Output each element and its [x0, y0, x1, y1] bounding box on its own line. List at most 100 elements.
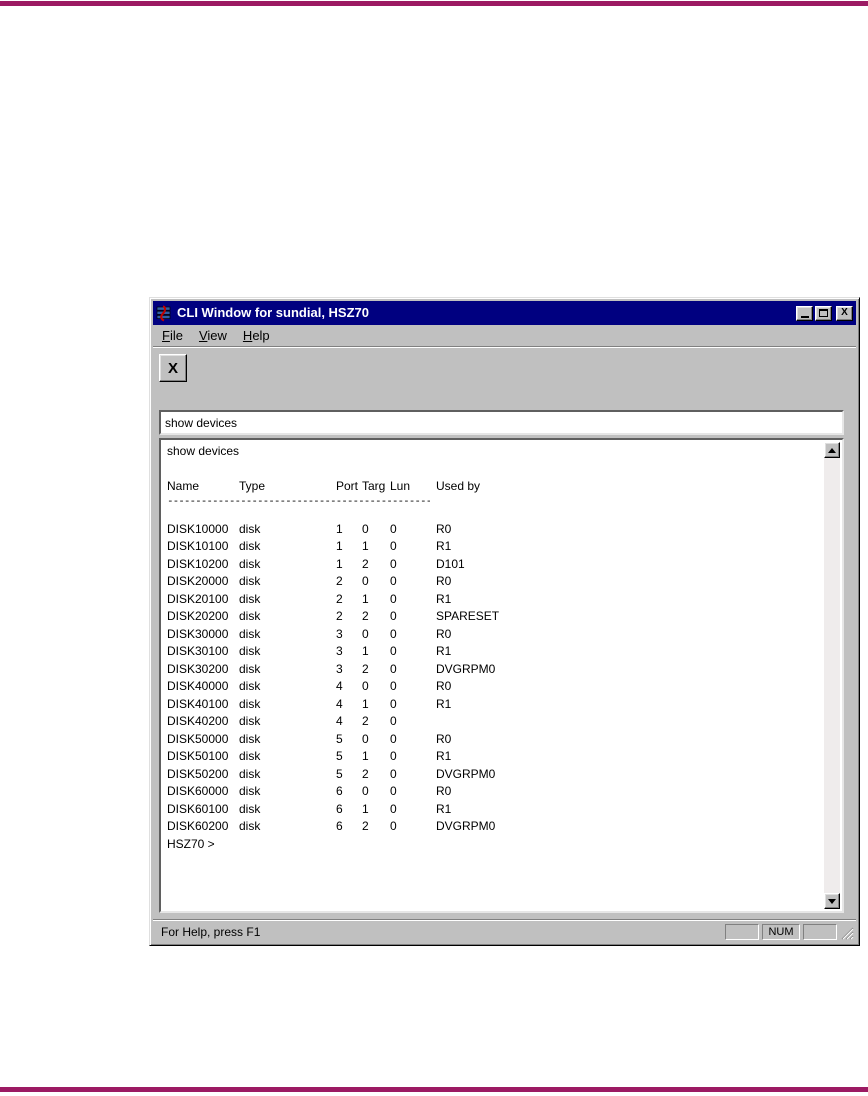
targ-cell: 1 [362, 644, 369, 658]
table-row: DISK40100 disk 4 1 0 R1 [167, 696, 824, 714]
port-cell: 6 [336, 784, 343, 798]
menu-item-file[interactable]: File [154, 326, 191, 345]
terminal-text: show devices Name Type Port Targ Lun Use… [161, 440, 824, 911]
page-bottom-rule [0, 1087, 868, 1092]
port-cell: 1 [336, 539, 343, 553]
lun-cell: 0 [390, 749, 397, 763]
device-name-cell: DISK30200 [167, 661, 229, 676]
used-by-cell: D101 [436, 556, 465, 571]
used-by-cell: R0 [436, 679, 452, 693]
menu-item-help[interactable]: Help [235, 326, 278, 345]
device-name-cell: DISK60200 [167, 819, 229, 833]
device-type-cell: disk [239, 784, 261, 798]
command-input[interactable] [159, 410, 844, 435]
device-name-cell: DISK40100 [167, 696, 229, 711]
device-type-cell: disk [239, 626, 261, 641]
device-type-cell: disk [239, 801, 261, 816]
used-by-cell: DVGRPM0 [436, 661, 496, 676]
menu-item-view[interactable]: View [191, 326, 235, 345]
device-type-cell: disk [239, 574, 261, 588]
device-type-cell: disk [239, 556, 261, 571]
device-name-cell: DISK60000 [167, 784, 229, 798]
scroll-down-button[interactable] [824, 893, 840, 909]
used-by-cell: R1 [436, 749, 452, 763]
used-by-cell: R1 [436, 539, 452, 553]
lun-cell: 0 [390, 819, 397, 833]
scrollbar-track[interactable] [824, 458, 840, 893]
exit-x-icon: X [167, 359, 178, 377]
maximize-icon [819, 309, 828, 317]
targ-cell: 2 [362, 819, 369, 833]
title-bar[interactable]: CLI Window for sundial, HSZ70 X [153, 301, 856, 325]
lun-cell: 0 [390, 679, 397, 693]
port-cell: 3 [336, 626, 343, 641]
status-help-text: For Help, press F1 [161, 925, 261, 939]
column-header-port: Port [336, 479, 359, 493]
scroll-down-icon [828, 898, 836, 904]
device-type-cell: disk [239, 819, 261, 833]
used-by-cell: R1 [436, 591, 452, 606]
lun-cell: 0 [390, 521, 397, 536]
port-cell: 2 [336, 609, 343, 623]
port-cell: 2 [336, 574, 343, 588]
column-header-name: Name [167, 479, 200, 493]
device-name-cell: DISK20200 [167, 609, 229, 623]
port-cell: 5 [336, 749, 343, 763]
lun-cell: 0 [390, 696, 397, 711]
used-by-cell: R1 [436, 644, 452, 658]
targ-cell: 1 [362, 749, 369, 763]
targ-cell: 1 [362, 696, 369, 711]
minimize-button[interactable] [796, 305, 813, 321]
table-row: DISK20200 disk 2 2 0 SPARESET [167, 608, 824, 626]
targ-cell: 1 [362, 801, 369, 816]
used-by-cell: R0 [436, 521, 452, 536]
column-header-used-by: Used by [436, 479, 481, 493]
vertical-scrollbar[interactable] [824, 442, 840, 909]
targ-cell: 0 [362, 521, 369, 536]
targ-cell: 2 [362, 766, 369, 781]
status-pane-1 [725, 924, 759, 940]
port-cell: 5 [336, 766, 343, 781]
close-button[interactable]: X [836, 305, 853, 321]
device-name-cell: DISK20000 [167, 574, 229, 588]
port-cell: 5 [336, 731, 343, 746]
targ-cell: 2 [362, 714, 369, 728]
cli-window: CLI Window for sundial, HSZ70 X File Vie… [149, 297, 860, 946]
port-cell: 4 [336, 679, 343, 693]
port-cell: 6 [336, 819, 343, 833]
used-by-cell: DVGRPM0 [436, 766, 496, 781]
table-row: DISK10200 disk 1 2 0 D101 [167, 556, 824, 574]
status-pane-2 [803, 924, 837, 940]
device-type-cell: disk [239, 731, 261, 746]
device-type-cell: disk [239, 609, 261, 623]
table-row: DISK40200 disk 4 2 0 [167, 713, 824, 731]
divider-line: ----------------------------------------… [167, 495, 430, 507]
port-cell: 6 [336, 801, 343, 816]
device-type-cell: disk [239, 714, 261, 728]
lun-cell: 0 [390, 801, 397, 816]
column-header-targ: Targ [362, 479, 386, 493]
lun-cell: 0 [390, 574, 397, 588]
device-name-cell: DISK20100 [167, 591, 229, 606]
table-row: DISK20100 disk 2 1 0 R1 [167, 591, 824, 609]
port-cell: 3 [336, 661, 343, 676]
table-row: DISK20000 disk 2 0 0 R0 [167, 573, 824, 591]
table-row: DISK30100 disk 3 1 0 R1 [167, 643, 824, 661]
exit-cli-button[interactable]: X [159, 354, 187, 382]
scroll-up-button[interactable] [824, 442, 840, 458]
table-row: DISK50000 disk 5 0 0 R0 [167, 731, 824, 749]
lun-cell: 0 [390, 609, 397, 623]
resize-grip[interactable] [840, 924, 854, 940]
device-type-cell: disk [239, 521, 261, 536]
used-by-cell: R0 [436, 574, 452, 588]
device-type-cell: disk [239, 539, 261, 553]
port-cell: 1 [336, 521, 343, 536]
device-name-cell: DISK40200 [167, 714, 229, 728]
targ-cell: 0 [362, 784, 369, 798]
echo-line: show devices [167, 444, 240, 458]
device-type-cell: disk [239, 591, 261, 606]
targ-cell: 2 [362, 556, 369, 571]
maximize-button[interactable] [815, 305, 832, 321]
used-by-cell: R0 [436, 626, 452, 641]
